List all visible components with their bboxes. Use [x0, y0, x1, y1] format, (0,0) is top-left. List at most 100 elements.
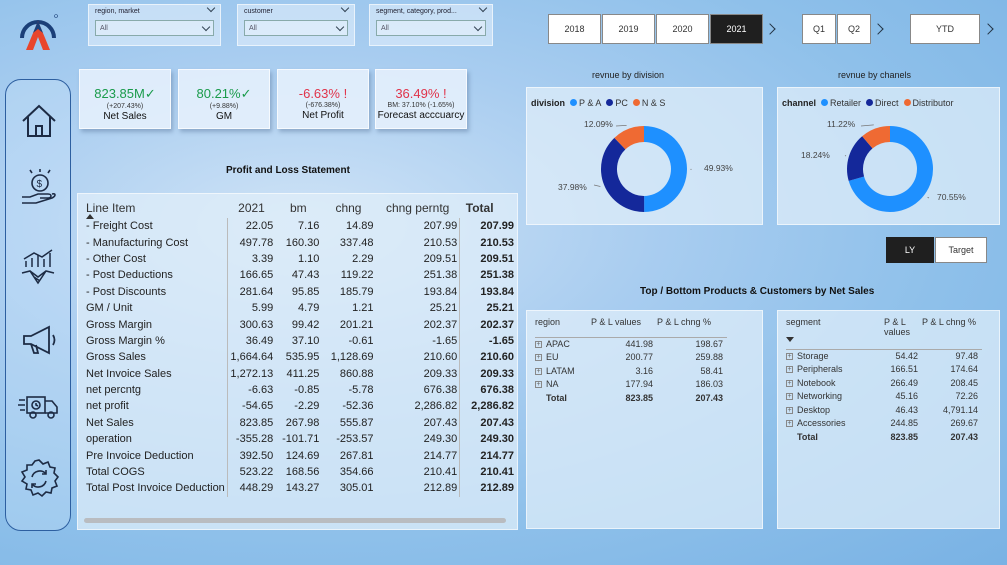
col-header-chng-perntg[interactable]: chng perntg [376, 198, 460, 218]
chevron-down-icon [473, 22, 483, 31]
pl-line-item: Total COGS [82, 463, 229, 481]
ytd-button[interactable]: YTD [910, 14, 980, 44]
pl-line-item: - Post Discounts [82, 283, 229, 300]
filter-customer[interactable]: customer All [237, 3, 355, 46]
pl-row[interactable]: - Manufacturing Cost 497.78 160.30 337.48 21… [82, 234, 516, 251]
legend-item[interactable]: Retailer [821, 98, 861, 108]
legend-item[interactable]: P & A [570, 98, 601, 108]
col-header-total[interactable]: Total [460, 198, 516, 218]
filter-segment[interactable]: segment, category, prod... All [369, 3, 493, 46]
expand-icon[interactable]: + [786, 406, 793, 414]
donut-slice[interactable] [601, 137, 645, 212]
pl-row[interactable]: - Freight Cost 22.05 7.16 14.89 207.99 207.99 [82, 218, 516, 235]
target-button[interactable]: Target [935, 237, 987, 263]
pl-row[interactable]: operation -355.28 -101.71 -253.57 249.30 249.… [82, 431, 516, 448]
col-header-region[interactable]: region [535, 317, 591, 337]
pl-cell: 305.01 [339, 482, 374, 495]
pl-row[interactable]: Net Sales 823.85 267.98 555.87 207.43 207.43 [82, 414, 516, 432]
quarter-button-q2[interactable]: Q2 [837, 14, 871, 44]
col-header-chng[interactable]: P & L chng % [922, 317, 982, 349]
horizontal-scrollbar[interactable] [84, 518, 506, 523]
table-row[interactable]: + Storage 54.42 97.48 [786, 348, 982, 363]
expand-icon[interactable]: + [786, 366, 793, 374]
col-header-line-item[interactable]: Line Item [82, 198, 228, 218]
chevron-right-icon[interactable] [764, 23, 776, 35]
check-icon: ✓ [240, 86, 252, 101]
quarter-button-q1[interactable]: Q1 [802, 14, 836, 44]
pl-row[interactable]: GM / Unit 5.99 4.79 1.21 25.21 25.21 [82, 299, 516, 317]
col-header-values[interactable]: P & L values [884, 317, 922, 349]
megaphone-icon[interactable] [16, 317, 62, 363]
chevron-right-icon[interactable] [872, 23, 884, 35]
table-row[interactable]: + Desktop 46.43 4,791.14 [786, 403, 982, 417]
kpi-gm: 80.21%✓ (+9.88%) GM [178, 69, 270, 129]
home-icon[interactable] [16, 98, 62, 144]
filter-region-market[interactable]: region, market All [88, 3, 221, 46]
col-header-bm[interactable]: bm [275, 198, 321, 218]
expand-icon[interactable]: + [786, 379, 793, 387]
year-button-2020[interactable]: 2020 [656, 14, 709, 44]
pl-row[interactable]: - Post Deductions 166.65 47.43 119.22 251.38… [82, 267, 516, 284]
legend-item[interactable]: Distributor [903, 98, 954, 108]
expand-icon[interactable]: + [535, 354, 542, 362]
pl-cell: 210.41 [480, 466, 514, 479]
pl-line-item: Gross Margin % [82, 332, 229, 350]
legend-item[interactable]: N & S [632, 98, 665, 108]
expand-icon[interactable]: + [535, 367, 542, 375]
row-label: + NA [535, 379, 559, 390]
pl-cell: -54.65 [242, 400, 274, 413]
donut-slice[interactable] [644, 126, 687, 212]
table-row[interactable]: + APAC 441.98 198.67 [535, 336, 727, 351]
row-label: + Notebook [786, 377, 836, 388]
total-value: 207.43 [950, 431, 978, 442]
table-row[interactable]: + Accessories 244.85 269.67 [786, 417, 982, 431]
slice-label: 70.55% [937, 192, 966, 202]
expand-icon[interactable]: + [786, 353, 793, 361]
pl-row[interactable]: - Post Discounts 281.64 95.85 185.79 193.84 1… [82, 283, 516, 300]
col-header-segment[interactable]: segment [786, 317, 884, 349]
kpi-net-profit: -6.63% ! (-676.38%) Net Profit [277, 69, 369, 129]
row-value: 174.64 [950, 364, 978, 375]
col-header-2021[interactable]: 2021 [228, 198, 275, 218]
ly-button[interactable]: LY [886, 237, 934, 263]
pl-row[interactable]: net profit -54.65 -2.29 -52.36 2,286.82 2,286… [82, 398, 516, 415]
pl-cell: 202.37 [480, 318, 514, 331]
year-button-2018[interactable]: 2018 [548, 14, 601, 44]
handshake-chart-icon[interactable] [16, 245, 62, 291]
table-row[interactable]: + Networking 45.16 72.26 [786, 390, 982, 404]
settings-icon[interactable] [16, 456, 62, 502]
table-row[interactable]: + LATAM 3.16 58.41 [535, 364, 727, 378]
table-row[interactable]: + EU 200.77 259.88 [535, 351, 727, 365]
pl-cell: 300.63 [239, 318, 274, 331]
col-header-chng[interactable]: chng [321, 198, 375, 218]
year-button-2019[interactable]: 2019 [602, 14, 655, 44]
col-header-values[interactable]: P & L values [591, 317, 657, 337]
expand-icon[interactable]: + [535, 381, 542, 389]
chevron-right-icon[interactable] [982, 23, 994, 35]
pl-row[interactable]: Total COGS 523.22 168.56 354.66 210.41 210.41 [82, 463, 516, 481]
year-button-2021[interactable]: 2021 [710, 14, 763, 44]
table-row[interactable]: + Peripherals 166.51 174.64 [786, 363, 982, 377]
pl-row[interactable]: Net Invoice Sales 1,272.13 411.25 860.88 209… [82, 365, 516, 382]
legend-item[interactable]: Direct [866, 98, 899, 108]
table-row[interactable]: + Notebook 266.49 208.45 [786, 376, 982, 390]
region-header-row: region P & L values P & L chng % [535, 317, 727, 337]
delivery-truck-icon[interactable] [16, 382, 62, 428]
pl-row[interactable]: Gross Margin % 36.49 37.10 -0.61 -1.65 -1.65 [82, 332, 516, 350]
pl-row[interactable]: - Other Cost 3.39 1.10 2.29 209.51 209.51 [82, 250, 516, 268]
pl-cell: 95.85 [291, 285, 320, 298]
pl-row[interactable]: Gross Sales 1,664.64 535.95 1,128.69 210.60 2… [82, 349, 516, 366]
pl-row[interactable]: Pre Invoice Deduction 392.50 124.69 267.81 2… [82, 447, 516, 464]
money-hand-icon[interactable]: $ [16, 165, 62, 211]
pl-table-panel: Line Item 2021 bm chng chng perntg Total… [77, 193, 518, 530]
pl-row[interactable]: Total Post Invoice Deduction 448.29 143.27… [82, 480, 516, 497]
col-header-chng[interactable]: P & L chng % [657, 317, 727, 337]
expand-icon[interactable]: + [535, 341, 542, 349]
table-row[interactable]: + NA 177.94 186.03 [535, 378, 727, 392]
sort-descending-icon [786, 337, 794, 342]
pl-row[interactable]: net percntg -6.63 -0.85 -5.78 676.38 676.38 [82, 381, 516, 399]
expand-icon[interactable]: + [786, 420, 793, 428]
pl-row[interactable]: Gross Margin 300.63 99.42 201.21 202.37 202.3… [82, 316, 516, 333]
legend-item[interactable]: PC [606, 98, 628, 108]
expand-icon[interactable]: + [786, 393, 793, 401]
